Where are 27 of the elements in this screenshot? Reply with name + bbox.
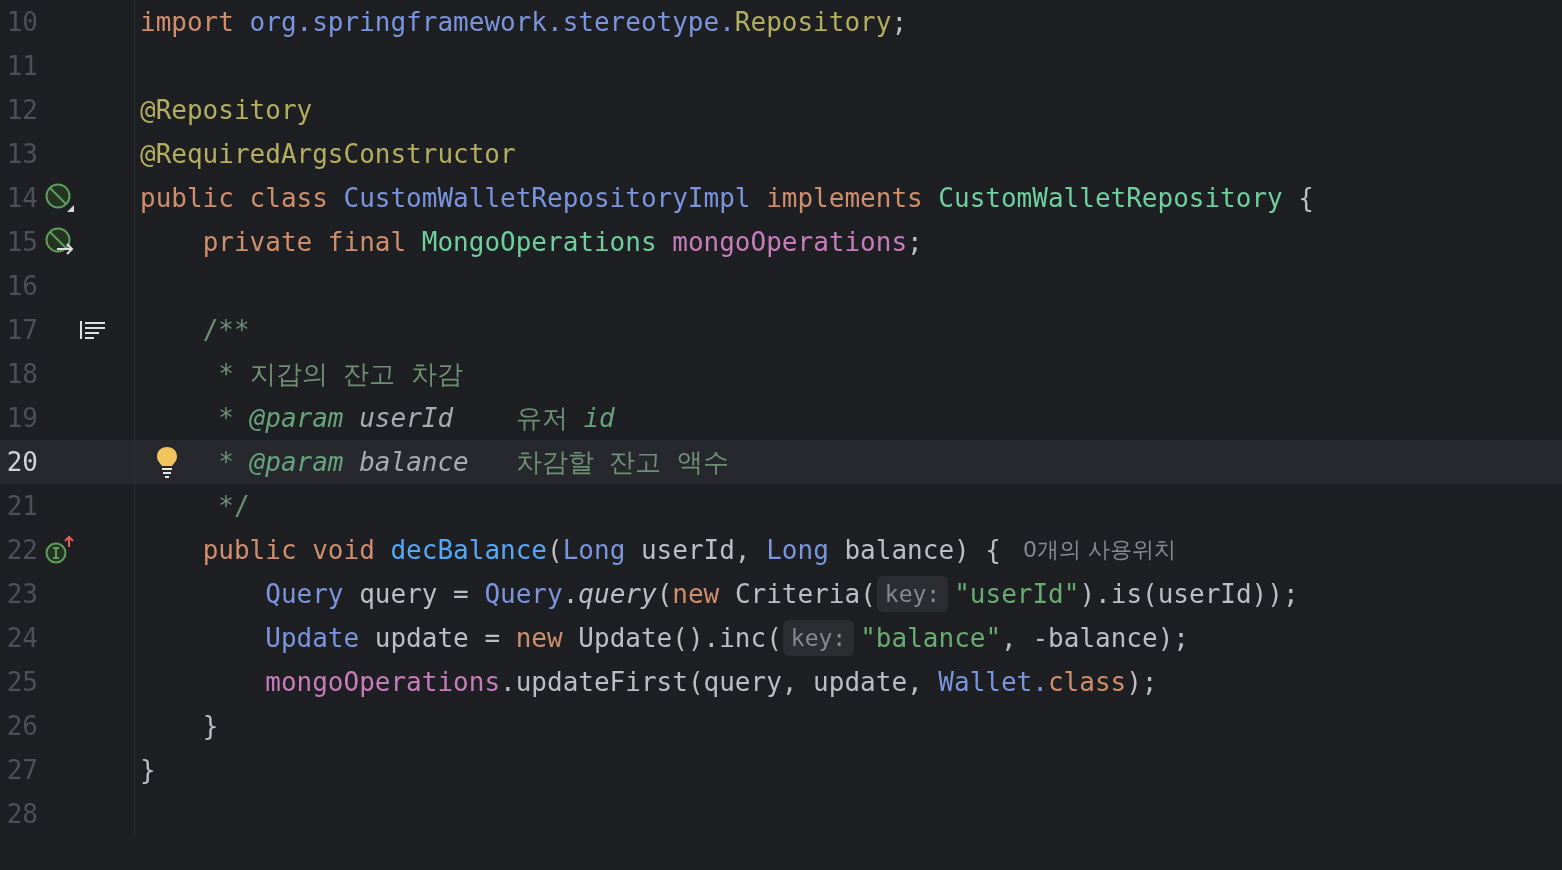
render-doc-icon[interactable] [80,320,106,340]
code-text: * 지갑의 잔고 차감 [218,357,463,391]
line-number: 20 [5,447,38,477]
code-text: public void decBalance(Long userId, Long balance) { [202,535,1001,565]
code-text: @Repository [140,95,313,125]
code-text: private final MongoOperations mongoOperations; [202,227,923,257]
parameter-hint: key: [782,620,855,656]
code-text: */ [218,491,250,521]
parameter-hint: key: [876,576,949,612]
lightbulb-icon[interactable] [156,446,178,478]
code-text: } [202,711,219,741]
bean-arrow-icon[interactable] [45,227,75,257]
code-text: mongoOperations.updateFirst(query, update, Wallet.class); [265,667,1158,697]
usage-hint[interactable]: 0개의 사용위치 [1023,535,1176,565]
code-text: Update update = new Update().inc( [265,623,782,653]
code-text: * @param balance 차감할 잔고 액수 [218,445,730,479]
bean-slash-icon[interactable] [45,183,75,213]
code-text: "balance", -balance); [860,623,1189,653]
code-text: import org.springframework.stereotype.Repository; [140,7,908,37]
code-text: /** [202,315,250,345]
code-text: } [140,755,156,785]
code-text: public class CustomWalletRepositoryImpl implements CustomWalletRepository { [140,183,1315,213]
code-text: Query query = Query.query(new Criteria( [265,579,876,609]
code-text: * @param userId 유저 id [218,401,615,435]
implementation-icon[interactable] [45,535,75,565]
code-text: @RequiredArgsConstructor [140,139,516,169]
code-text: "userId").is(userId)); [954,579,1299,609]
